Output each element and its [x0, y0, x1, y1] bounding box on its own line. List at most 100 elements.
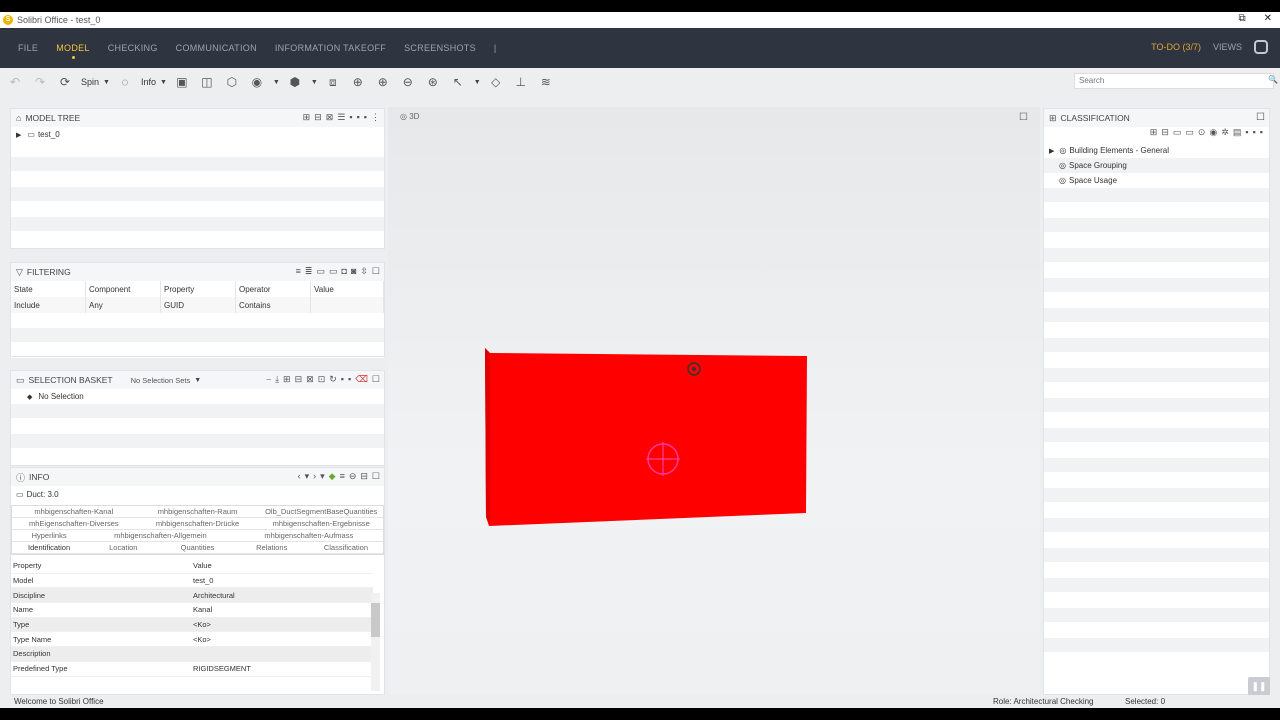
- visibility-icon[interactable]: ◉: [248, 74, 266, 90]
- info-link-icon[interactable]: ⊖: [349, 471, 357, 482]
- selection-sets-dropdown[interactable]: No Selection Sets: [131, 376, 191, 385]
- basket-remove-icon[interactable]: ⊠: [306, 374, 314, 385]
- perspective-icon[interactable]: ⧈: [324, 74, 342, 90]
- table-row[interactable]: Predefined Type RIGIDSEGMENT: [11, 662, 373, 677]
- filter-show-icon[interactable]: ◙: [351, 266, 356, 277]
- pause-recording-icon[interactable]: ❚❚: [1248, 677, 1270, 695]
- basket-subtract-icon[interactable]: ⊡: [318, 374, 326, 385]
- filter-open-icon[interactable]: ▭: [316, 266, 325, 277]
- spin-dropdown-icon[interactable]: ▼: [103, 79, 110, 86]
- filter-remove-icon[interactable]: ≣: [305, 266, 313, 277]
- class-edit-icon[interactable]: ⊙: [1198, 127, 1206, 143]
- table-row[interactable]: Type Name <Ko>: [11, 632, 373, 648]
- table-row[interactable]: Type <Ko>: [11, 617, 373, 633]
- menu-information-takeoff[interactable]: INFORMATION TAKEOFF: [275, 43, 386, 53]
- classification-item[interactable]: ◎ Space Grouping: [1044, 158, 1269, 173]
- info-label[interactable]: Info: [141, 77, 156, 87]
- menu-screenshots[interactable]: SCREENSHOTS: [404, 43, 476, 53]
- tab-quantities[interactable]: Quantities: [160, 543, 234, 552]
- expand-arrow-icon[interactable]: ▶: [1049, 147, 1054, 155]
- tree-show-icon[interactable]: ▪: [364, 112, 367, 123]
- class-filter-icon[interactable]: ◉: [1209, 127, 1217, 143]
- scrollbar-thumb[interactable]: [371, 603, 380, 637]
- menu-checking[interactable]: CHECKING: [108, 43, 158, 53]
- cube-view-icon[interactable]: ⬢: [286, 74, 304, 90]
- info-dropdown-icon[interactable]: ▾: [305, 471, 310, 482]
- filter-operator-cell[interactable]: Contains: [236, 297, 311, 313]
- table-row[interactable]: Discipline Architectural: [11, 588, 373, 604]
- basket-refresh-icon[interactable]: ↻: [329, 374, 337, 385]
- restore-window-button[interactable]: ⧉: [1238, 13, 1245, 24]
- selection-sets-caret-icon[interactable]: ▼: [194, 377, 201, 384]
- info-menu-icon[interactable]: ▾: [320, 471, 325, 482]
- basket-add-icon[interactable]: ⊟: [295, 374, 303, 385]
- tree-hide-icon[interactable]: ▪: [357, 112, 360, 123]
- class-new-icon[interactable]: ▭: [1173, 127, 1182, 143]
- zoom-selected-icon[interactable]: ⊛: [424, 74, 442, 90]
- info-align-icon[interactable]: ≡: [340, 471, 345, 482]
- property-scrollbar[interactable]: [371, 593, 380, 691]
- info-copy-icon[interactable]: ⊟: [360, 471, 368, 482]
- basket-maximize-icon[interactable]: ☐: [372, 374, 380, 385]
- filter-add-icon[interactable]: ≡: [296, 266, 301, 277]
- zoom-in-icon[interactable]: ⊕: [374, 74, 392, 90]
- section-plane-icon[interactable]: ◇: [487, 74, 505, 90]
- filter-value-cell[interactable]: [311, 297, 384, 313]
- class-tool-icon[interactable]: ⊟: [1161, 127, 1169, 143]
- basket-clear-icon[interactable]: ⌫: [355, 374, 368, 385]
- info-mode-icon[interactable]: ◌: [116, 74, 134, 90]
- search-input[interactable]: Search: [1074, 73, 1274, 89]
- redo-icon[interactable]: ↷: [31, 74, 49, 90]
- pointer-dropdown-icon[interactable]: ▼: [474, 79, 481, 86]
- component-view-icon[interactable]: ◫: [198, 74, 216, 90]
- tab-classification[interactable]: Classification: [309, 543, 383, 552]
- spin-icon[interactable]: ⟳: [56, 74, 74, 90]
- tab-raum[interactable]: mhbigenschaften-Raum: [136, 507, 260, 516]
- settings-gear-icon[interactable]: [1254, 40, 1268, 54]
- model-view-icon[interactable]: ▣: [173, 74, 191, 90]
- search-icon[interactable]: 🔍: [1264, 73, 1278, 89]
- tree-collapse-icon[interactable]: ⊠: [326, 112, 334, 123]
- filter-isolate-icon[interactable]: ⇳: [360, 266, 368, 277]
- filter-hide-icon[interactable]: ◘: [342, 266, 347, 277]
- filter-state-cell[interactable]: Include: [11, 297, 86, 313]
- filter-maximize-icon[interactable]: ☐: [372, 266, 380, 277]
- tab-ductsegment-quantities[interactable]: Olb_DuctSegmentBaseQuantities: [259, 507, 383, 516]
- todo-button[interactable]: TO-DO (3/7): [1151, 42, 1201, 52]
- tab-kanal[interactable]: mhbigenschaften-Kanal: [12, 507, 136, 516]
- views-button[interactable]: VIEWS: [1213, 42, 1242, 52]
- close-window-button[interactable]: ✕: [1264, 13, 1272, 24]
- duct-side-face[interactable]: [485, 348, 490, 525]
- classification-item[interactable]: ▶ ◎ Building Elements - General: [1044, 143, 1269, 158]
- tab-diverses[interactable]: mhEigenschaften-Diverses: [12, 519, 136, 528]
- menu-model[interactable]: MODEL: [56, 43, 90, 59]
- filter-save-icon[interactable]: ▭: [329, 266, 338, 277]
- info-dropdown-icon[interactable]: ▼: [160, 79, 167, 86]
- cube-dropdown-icon[interactable]: ▼: [311, 79, 318, 86]
- info-forward-icon[interactable]: ›: [313, 471, 316, 482]
- menu-file[interactable]: FILE: [18, 43, 38, 53]
- zoom-fit-icon[interactable]: ⊕: [349, 74, 367, 90]
- tab-allgemein[interactable]: mhbigenschaften-Allgemein: [86, 531, 234, 540]
- class-show-icon[interactable]: ▪: [1253, 127, 1256, 143]
- classification-item[interactable]: ◎ Space Usage: [1044, 173, 1269, 188]
- selection-item[interactable]: ◆ No Selection: [11, 389, 384, 404]
- info-back-icon[interactable]: ‹: [298, 471, 301, 482]
- tree-menu-icon[interactable]: ⋮: [371, 112, 380, 123]
- tab-aufmass[interactable]: mhbigenschaften-Aufmass: [235, 531, 383, 540]
- table-row[interactable]: Model test_0: [11, 574, 373, 589]
- table-row[interactable]: Description: [11, 647, 373, 662]
- tab-relations[interactable]: Relations: [235, 543, 309, 552]
- info-maximize-icon[interactable]: ☐: [372, 471, 380, 482]
- class-hide-icon[interactable]: ▪: [1245, 127, 1248, 143]
- basket-save-icon[interactable]: ⎯: [267, 374, 272, 385]
- basket-show-icon[interactable]: ▪: [348, 374, 351, 385]
- tree-lock-icon[interactable]: ▪: [349, 112, 352, 123]
- info-highlight-icon[interactable]: ◆: [329, 471, 336, 482]
- viewport-canvas[interactable]: [388, 107, 1040, 695]
- tree-sort-icon[interactable]: ☰: [337, 112, 345, 123]
- expand-arrow-icon[interactable]: ▶: [16, 131, 21, 139]
- class-report-icon[interactable]: ▤: [1233, 127, 1242, 143]
- tab-location[interactable]: Location: [86, 543, 160, 552]
- filter-component-cell[interactable]: Any: [86, 297, 161, 313]
